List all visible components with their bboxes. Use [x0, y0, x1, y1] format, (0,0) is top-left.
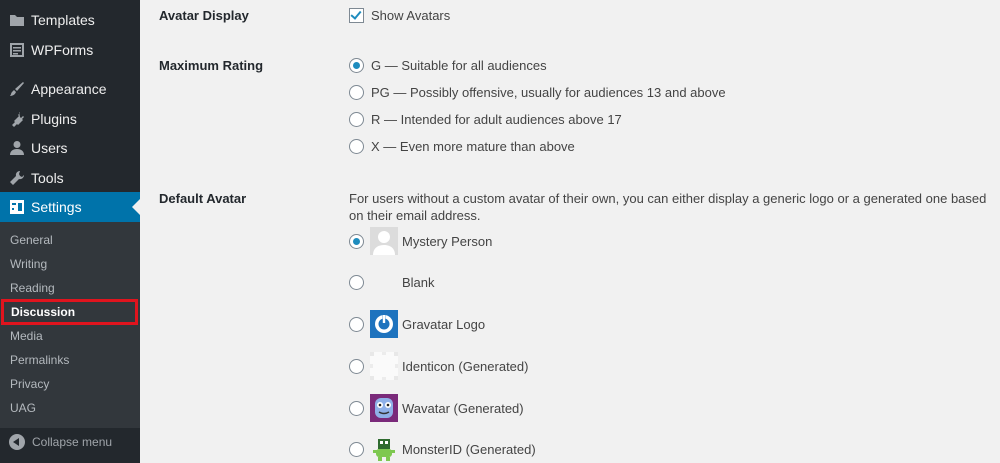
rating-option-r[interactable]: R — Intended for adult audiences above 1…: [349, 112, 622, 127]
show-avatars-label: Show Avatars: [371, 8, 451, 23]
rating-option-g[interactable]: G — Suitable for all audiences: [349, 58, 547, 73]
submenu-item-reading[interactable]: Reading: [0, 277, 140, 299]
rating-g-radio[interactable]: [349, 58, 364, 73]
sidebar-item-templates[interactable]: Templates: [0, 5, 140, 35]
rating-x-radio[interactable]: [349, 139, 364, 154]
submenu-item-discussion[interactable]: Discussion: [1, 299, 138, 325]
settings-submenu: General Writing Reading Discussion Media…: [0, 222, 140, 428]
avatar-blank-label: Blank: [402, 274, 435, 290]
sidebar-item-plugins[interactable]: Plugins: [0, 104, 140, 134]
rating-pg-label: PG — Possibly offensive, usually for aud…: [371, 85, 726, 100]
rating-r-label: R — Intended for adult audiences above 1…: [371, 112, 622, 127]
submenu-item-privacy[interactable]: Privacy: [0, 373, 140, 395]
sidebar-item-settings[interactable]: Settings: [0, 192, 140, 222]
default-avatar-label: Default Avatar: [159, 191, 247, 206]
sidebar-item-label: Templates: [31, 12, 95, 28]
default-avatar-description: For users without a custom avatar of the…: [349, 191, 987, 223]
identicon-avatar-icon: [370, 352, 398, 380]
collapse-menu-button[interactable]: Collapse menu: [0, 428, 140, 456]
sidebar-item-label: Plugins: [31, 111, 77, 127]
submenu-item-general[interactable]: General: [0, 229, 140, 251]
submenu-item-permalinks[interactable]: Permalinks: [0, 349, 140, 371]
checkmark-icon: [350, 8, 362, 20]
avatar-gravatar-radio[interactable]: [349, 316, 364, 332]
settings-icon: [9, 199, 25, 215]
sidebar-item-users[interactable]: Users: [0, 133, 140, 163]
wrench-icon: [9, 170, 25, 186]
folder-icon: [9, 12, 25, 28]
wpforms-icon: [9, 42, 25, 58]
gravatar-logo-icon: [370, 310, 398, 338]
sidebar-item-label: Tools: [31, 170, 64, 186]
user-icon: [9, 140, 25, 156]
collapse-menu-label: Collapse menu: [32, 435, 113, 449]
show-avatars-option[interactable]: Show Avatars: [349, 8, 450, 23]
avatar-option-monsterid[interactable]: MonsterID (Generated): [349, 435, 536, 463]
rating-r-radio[interactable]: [349, 112, 364, 127]
submenu-item-writing[interactable]: Writing: [0, 253, 140, 275]
sidebar-item-label: Appearance: [31, 81, 107, 97]
show-avatars-checkbox[interactable]: [349, 8, 364, 23]
rating-pg-radio[interactable]: [349, 85, 364, 100]
rating-option-x[interactable]: X — Even more mature than above: [349, 139, 575, 154]
wavatar-avatar-icon: [370, 394, 398, 422]
avatar-monsterid-radio[interactable]: [349, 441, 364, 457]
sidebar-item-wpforms[interactable]: WPForms: [0, 35, 140, 65]
avatar-option-gravatar[interactable]: Gravatar Logo: [349, 310, 485, 338]
blank-avatar-icon: [370, 268, 398, 296]
sidebar-item-appearance[interactable]: Appearance: [0, 74, 140, 104]
avatar-display-label: Avatar Display: [159, 8, 249, 23]
paintbrush-icon: [9, 81, 25, 97]
avatar-monsterid-label: MonsterID (Generated): [402, 441, 536, 457]
avatar-mystery-radio[interactable]: [349, 233, 364, 249]
avatar-identicon-radio[interactable]: [349, 358, 364, 374]
sidebar-item-tools[interactable]: Tools: [0, 163, 140, 193]
avatar-identicon-label: Identicon (Generated): [402, 358, 529, 374]
collapse-arrow-icon: [9, 434, 25, 450]
rating-g-label: G — Suitable for all audiences: [371, 58, 547, 73]
admin-sidebar: Templates WPForms Appearance Plugins Use…: [0, 0, 140, 463]
sidebar-item-label: Users: [31, 140, 68, 156]
mystery-person-avatar-icon: [370, 227, 398, 255]
maximum-rating-label: Maximum Rating: [159, 58, 264, 73]
sidebar-item-label: Settings: [31, 199, 82, 215]
avatar-blank-radio[interactable]: [349, 274, 364, 290]
monsterid-avatar-icon: [370, 435, 398, 463]
avatar-wavatar-label: Wavatar (Generated): [402, 400, 524, 416]
sidebar-item-label: WPForms: [31, 42, 94, 58]
avatar-option-mystery[interactable]: Mystery Person: [349, 227, 492, 255]
avatar-gravatar-label: Gravatar Logo: [402, 316, 486, 332]
plugin-icon: [9, 111, 25, 127]
avatar-option-blank[interactable]: Blank: [349, 268, 435, 296]
avatar-option-wavatar[interactable]: Wavatar (Generated): [349, 394, 524, 422]
rating-option-pg[interactable]: PG — Possibly offensive, usually for aud…: [349, 85, 726, 100]
avatar-wavatar-radio[interactable]: [349, 400, 364, 416]
avatar-mystery-label: Mystery Person: [402, 233, 493, 249]
rating-x-label: X — Even more mature than above: [371, 139, 575, 154]
submenu-item-media[interactable]: Media: [0, 325, 140, 347]
submenu-item-uag[interactable]: UAG: [0, 397, 140, 419]
avatar-option-identicon[interactable]: Identicon (Generated): [349, 352, 528, 380]
